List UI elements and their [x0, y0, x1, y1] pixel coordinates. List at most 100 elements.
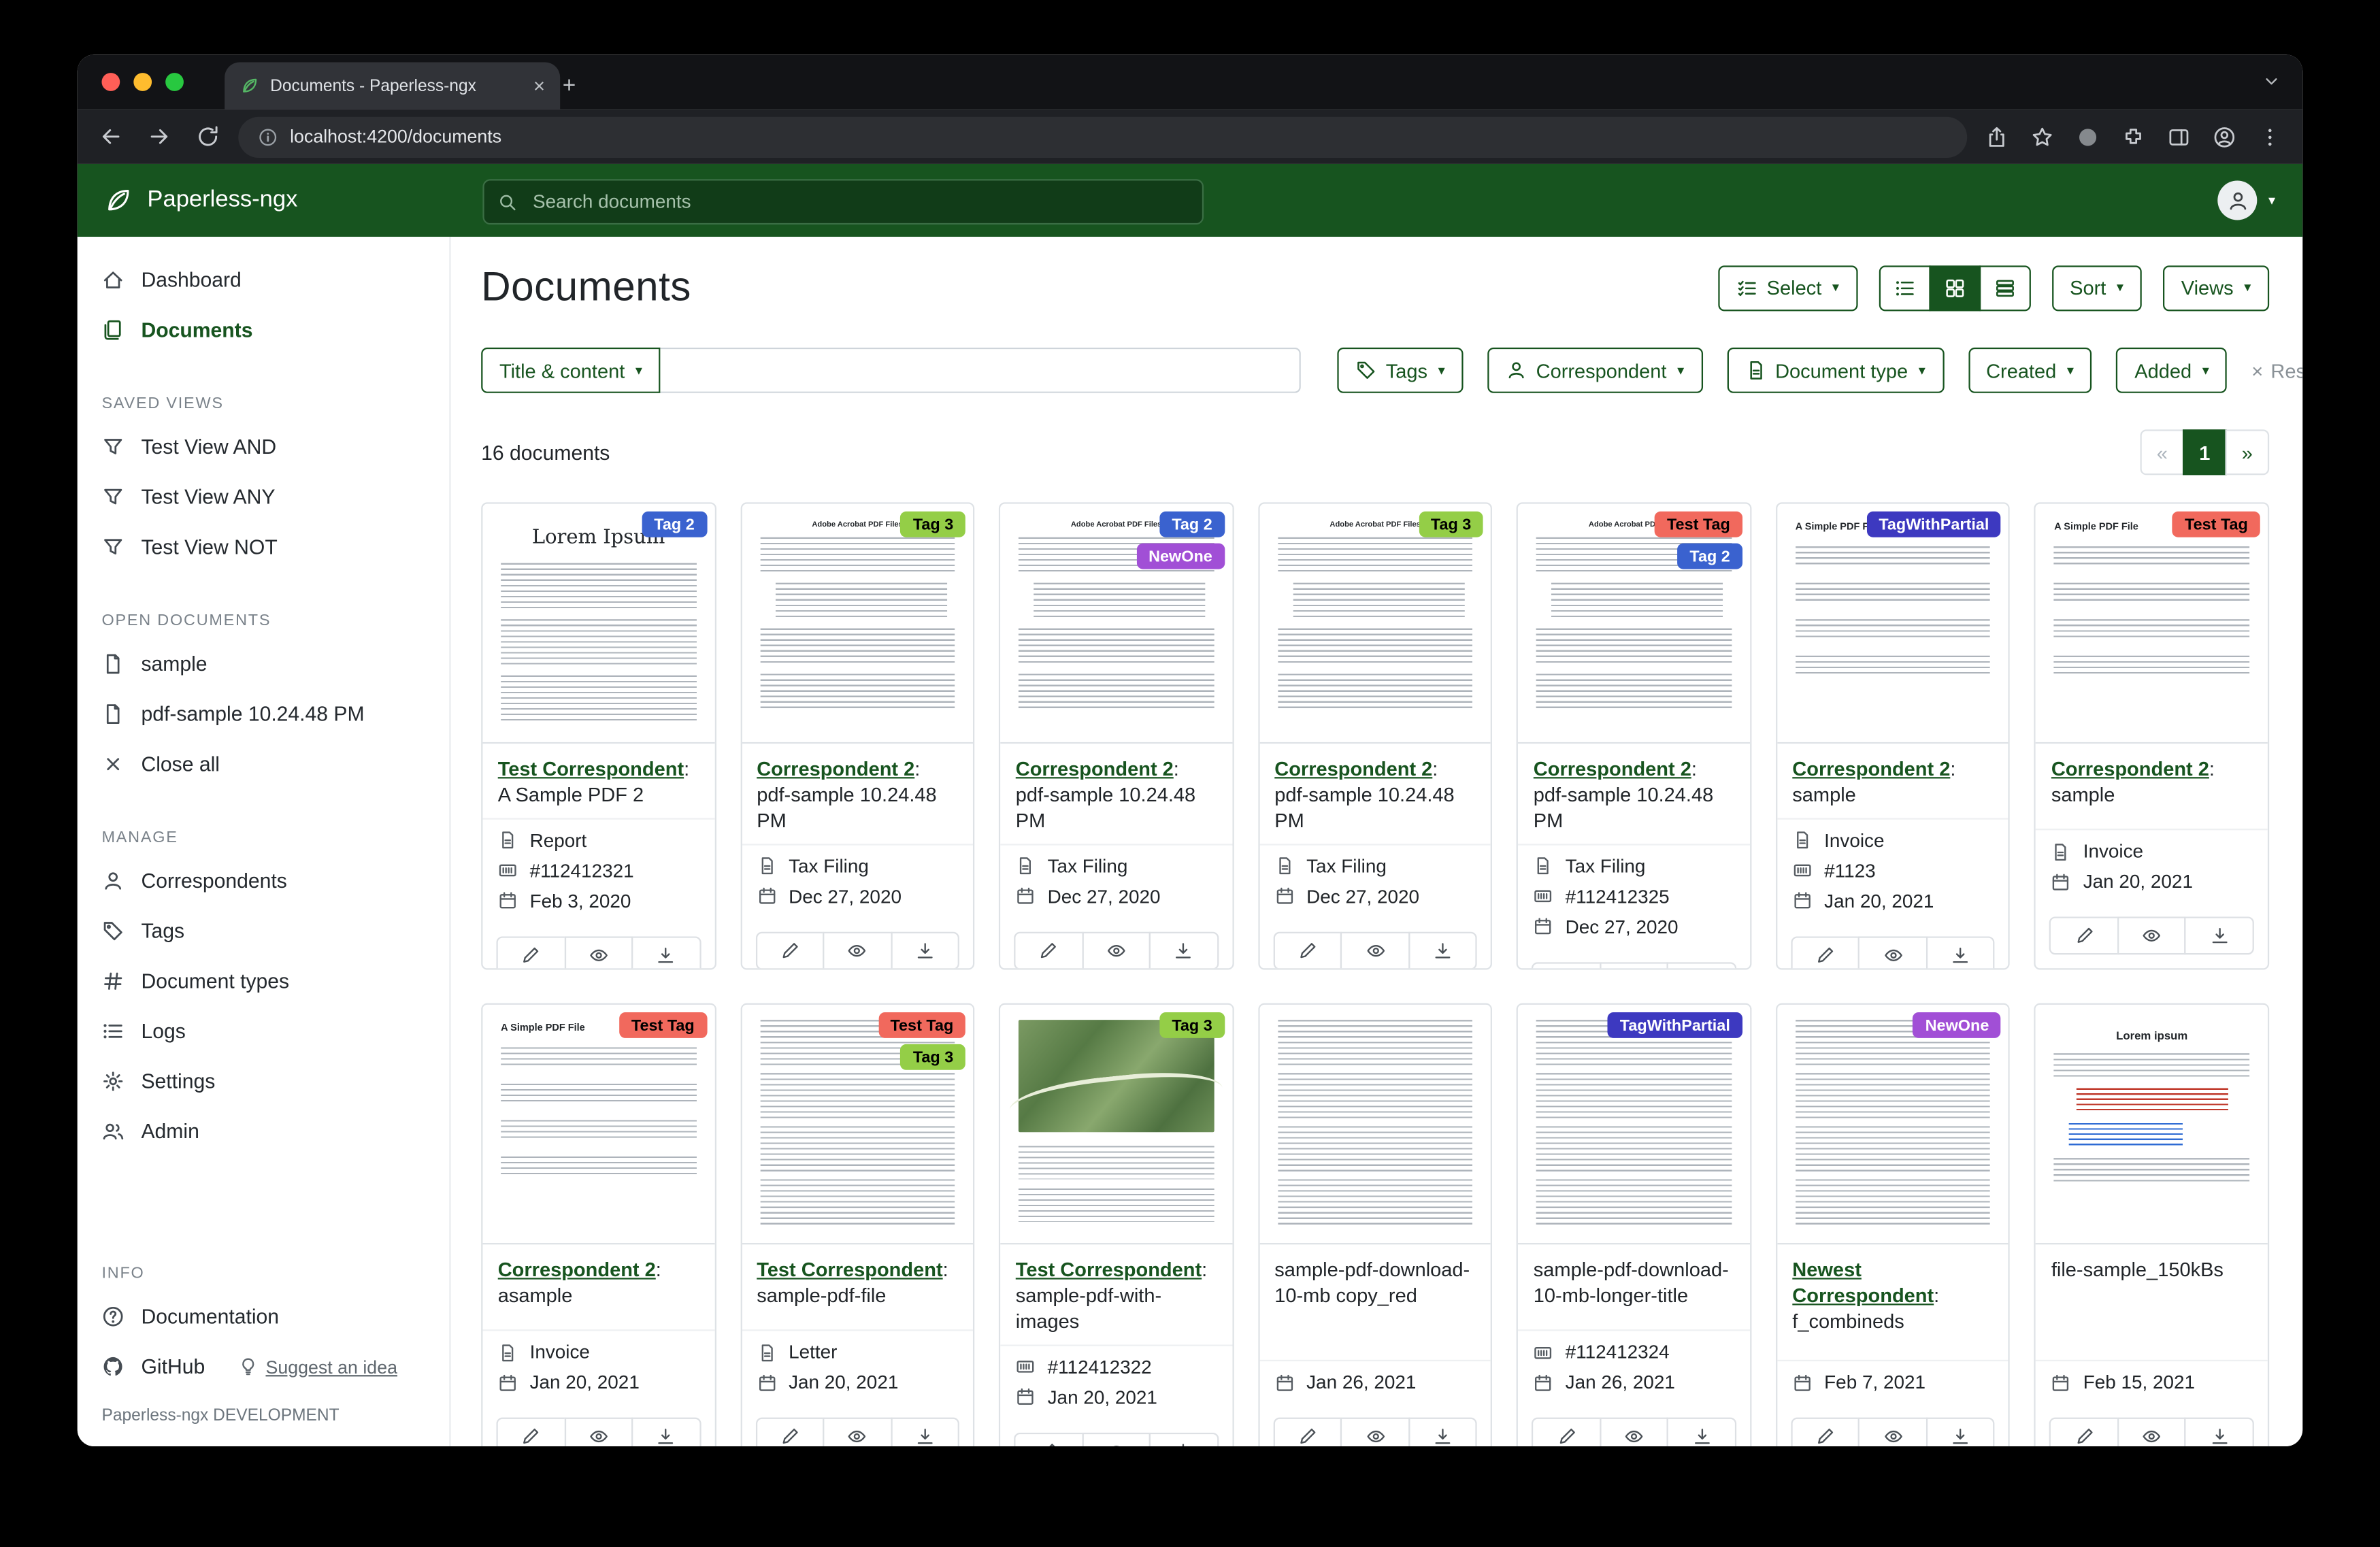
view-list-button[interactable]: [1879, 265, 1930, 310]
tag-badge-tagwithpartial[interactable]: TagWithPartial: [1608, 1012, 1742, 1038]
download-button[interactable]: [1149, 931, 1219, 969]
document-thumbnail[interactable]: A Simple PDF FileTest Tag: [2036, 504, 2268, 744]
pagination-page-1-button[interactable]: 1: [2183, 429, 2227, 475]
correspondent-link[interactable]: Correspondent 2: [1274, 757, 1432, 780]
view-button[interactable]: [1858, 936, 1928, 970]
select-button[interactable]: Select ▾: [1718, 265, 1857, 310]
tag-badge-tag-3[interactable]: Tag 3: [901, 512, 965, 537]
correspondent-link[interactable]: Correspondent 2: [1792, 757, 1950, 780]
document-thumbnail[interactable]: A Simple PDF FileTest Tag: [482, 1005, 714, 1244]
views-button[interactable]: Views ▾: [2163, 265, 2269, 310]
sidebar-item-documentation[interactable]: Documentation: [78, 1291, 303, 1342]
view-grid-button[interactable]: [1929, 265, 1981, 310]
filter-added-button[interactable]: Added▾: [2116, 348, 2227, 393]
edit-button[interactable]: [1532, 1418, 1602, 1446]
sidebar-item-dashboard[interactable]: Dashboard: [78, 255, 266, 305]
document-thumbnail[interactable]: [1259, 1005, 1491, 1244]
tag-badge-newone[interactable]: NewOne: [1913, 1012, 2001, 1038]
tag-badge-test-tag[interactable]: Test Tag: [1655, 512, 1742, 537]
download-button[interactable]: [1667, 962, 1736, 970]
download-button[interactable]: [891, 931, 960, 969]
pagination-next-button[interactable]: »: [2225, 429, 2269, 475]
sidebar-item-pdf-sample-10-24-48-pm[interactable]: pdf-sample 10.24.48 PM: [78, 689, 389, 739]
sidebar-item-test-view-and[interactable]: Test View AND: [78, 422, 301, 472]
minimize-window-button[interactable]: [133, 73, 152, 91]
edit-button[interactable]: [755, 931, 825, 969]
sidebar-item-github[interactable]: GitHub: [78, 1342, 229, 1392]
forward-icon[interactable]: [147, 124, 171, 149]
view-button[interactable]: [2117, 916, 2187, 954]
download-button[interactable]: [1408, 931, 1478, 969]
download-button[interactable]: [631, 1418, 701, 1446]
tag-badge-tag-3[interactable]: Tag 3: [1419, 512, 1483, 537]
correspondent-link[interactable]: Correspondent 2: [1534, 757, 1691, 780]
suggest-an-idea-link[interactable]: Suggest an idea: [238, 1356, 397, 1377]
edit-button[interactable]: [496, 936, 565, 970]
download-button[interactable]: [1926, 1418, 1996, 1446]
document-thumbnail[interactable]: Tag 3: [1000, 1005, 1232, 1244]
edit-button[interactable]: [755, 1418, 825, 1446]
edit-button[interactable]: [1014, 1432, 1084, 1446]
view-details-button[interactable]: [1979, 265, 2030, 310]
browser-menu-icon[interactable]: [2259, 125, 2281, 148]
document-thumbnail[interactable]: NewOne: [1777, 1005, 2009, 1244]
tag-badge-newone[interactable]: NewOne: [1136, 544, 1224, 569]
correspondent-link[interactable]: Test Correspondent: [1016, 1258, 1202, 1280]
sidebar-item-documents[interactable]: Documents: [78, 305, 277, 355]
edit-button[interactable]: [1791, 1418, 1860, 1446]
download-button[interactable]: [1149, 1432, 1219, 1446]
browser-profile-icon[interactable]: [2213, 125, 2236, 148]
tag-badge-test-tag[interactable]: Test Tag: [619, 1012, 707, 1038]
tag-badge-tag-2[interactable]: Tag 2: [642, 512, 706, 537]
download-button[interactable]: [891, 1418, 960, 1446]
edit-button[interactable]: [496, 1418, 565, 1446]
document-thumbnail[interactable]: Test TagTag 3: [742, 1005, 973, 1244]
sidebar-item-tags[interactable]: Tags: [78, 906, 209, 957]
view-button[interactable]: [1600, 962, 1669, 970]
sidebar-item-test-view-not[interactable]: Test View NOT: [78, 522, 302, 572]
edit-button[interactable]: [2050, 1418, 2119, 1446]
filter-document-type-button[interactable]: Document type▾: [1727, 348, 1944, 393]
bookmark-star-icon[interactable]: [2031, 125, 2053, 148]
correspondent-link[interactable]: Correspondent 2: [757, 757, 914, 780]
tag-badge-test-tag[interactable]: Test Tag: [2172, 512, 2260, 537]
tag-badge-tag-3[interactable]: Tag 3: [1159, 1012, 1224, 1038]
download-button[interactable]: [2185, 916, 2254, 954]
sidebar-item-document-types[interactable]: Document types: [78, 956, 314, 1006]
site-info-icon[interactable]: [258, 127, 278, 146]
side-panel-icon[interactable]: [2168, 125, 2190, 148]
document-thumbnail[interactable]: Adobe Acrobat PDF FilesTag 3: [1259, 504, 1491, 744]
search-input[interactable]: [530, 190, 1189, 214]
share-icon[interactable]: [1985, 125, 2008, 148]
filter-text-input[interactable]: [661, 348, 1301, 393]
filter-correspondent-button[interactable]: Correspondent▾: [1487, 348, 1702, 393]
search-field-dropdown[interactable]: Title & content ▾: [481, 348, 661, 393]
tab-list-chevron-button[interactable]: [2262, 71, 2281, 99]
sidebar-item-correspondents[interactable]: Correspondents: [78, 856, 312, 906]
edit-button[interactable]: [1014, 931, 1084, 969]
document-thumbnail[interactable]: Adobe Acrobat PDF FilesTag 2NewOne: [1000, 504, 1232, 744]
close-window-button[interactable]: [101, 73, 120, 91]
sidebar-item-logs[interactable]: Logs: [78, 1006, 210, 1057]
correspondent-link[interactable]: Test Correspondent: [498, 757, 684, 780]
document-thumbnail[interactable]: Adobe Acrobat PDF FilesTag 3: [742, 504, 973, 744]
correspondent-link[interactable]: Correspondent 2: [2051, 757, 2209, 780]
download-button[interactable]: [1926, 936, 1996, 970]
document-thumbnail[interactable]: Adobe Acrobat PDF FilesTest TagTag 2: [1518, 504, 1749, 744]
edit-button[interactable]: [2050, 916, 2119, 954]
view-button[interactable]: [1600, 1418, 1669, 1446]
download-button[interactable]: [1408, 1418, 1478, 1446]
sidebar-item-test-view-any[interactable]: Test View ANY: [78, 472, 299, 522]
extensions-puzzle-icon[interactable]: [2122, 125, 2145, 148]
correspondent-link[interactable]: Correspondent 2: [1016, 757, 1174, 780]
user-menu[interactable]: ▾: [2218, 180, 2275, 220]
sidebar-item-close-all[interactable]: Close all: [78, 739, 244, 789]
download-button[interactable]: [2185, 1418, 2254, 1446]
sidebar-item-settings[interactable]: Settings: [78, 1057, 239, 1107]
view-button[interactable]: [1082, 1432, 1151, 1446]
view-button[interactable]: [564, 1418, 633, 1446]
edit-button[interactable]: [1273, 1418, 1342, 1446]
filter-created-button[interactable]: Created▾: [1968, 348, 2092, 393]
sidebar-item-admin[interactable]: Admin: [78, 1106, 224, 1157]
extension-icon[interactable]: [2077, 125, 2099, 148]
